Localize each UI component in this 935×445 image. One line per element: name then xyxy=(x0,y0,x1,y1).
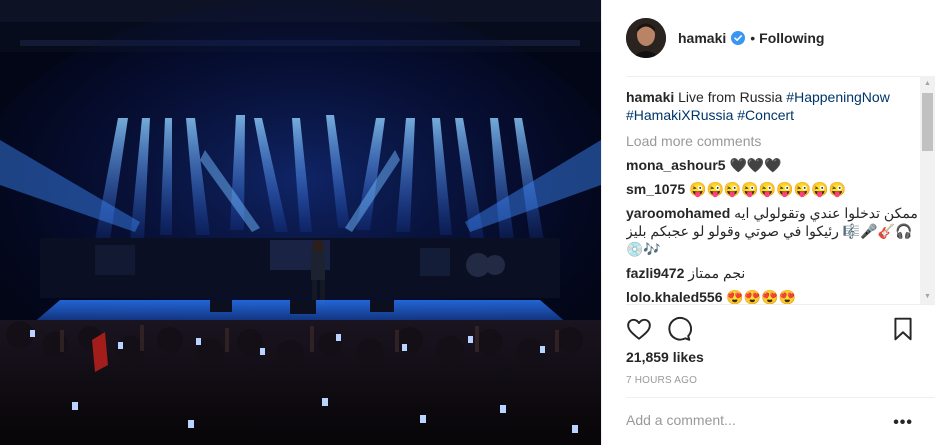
header-divider xyxy=(626,76,935,77)
comment-item: yaroomohamed ممكن تدخلوا عندي وتقولولي ا… xyxy=(626,204,918,258)
more-options-button[interactable]: ••• xyxy=(893,414,913,432)
header-separator: • xyxy=(750,30,756,46)
hashtag-link[interactable]: #HamakiXRussia xyxy=(626,107,733,123)
hashtag-link[interactable]: #HappeningNow xyxy=(786,89,890,105)
post-caption: hamaki Live from Russia #HappeningNow #H… xyxy=(626,88,918,124)
comment-item: mona_ashour5 🖤🖤🖤 xyxy=(626,156,918,174)
comments-scrollbar[interactable]: ▲ ▼ xyxy=(920,76,935,304)
likes-count[interactable]: 21,859 likes xyxy=(626,349,704,365)
add-comment-input[interactable]: Add a comment... xyxy=(626,412,736,428)
action-bar xyxy=(626,314,918,346)
bookmark-icon[interactable] xyxy=(890,316,916,342)
comment-username[interactable]: yaroomohamed xyxy=(626,205,730,221)
header-username[interactable]: hamaki xyxy=(678,30,726,46)
comment-username[interactable]: fazli9472 xyxy=(626,265,684,281)
comment-text: 😍😍😍😍 xyxy=(726,289,797,304)
comment-username[interactable]: lolo.khaled556 xyxy=(626,289,722,304)
comment-item: fazli9472 نجم ممتاز xyxy=(626,264,918,282)
post-header: hamaki • Following xyxy=(602,0,935,76)
comments-list[interactable]: hamaki Live from Russia #HappeningNow #H… xyxy=(626,88,918,304)
caption-text: Live from Russia xyxy=(678,89,783,105)
verified-badge-icon xyxy=(731,31,746,45)
post-photo[interactable] xyxy=(0,0,601,445)
scroll-down-arrow-icon[interactable]: ▼ xyxy=(920,289,935,304)
caption-username[interactable]: hamaki xyxy=(626,89,674,105)
comment-text: نجم ممتاز xyxy=(688,265,746,281)
concert-photo-image xyxy=(0,0,601,445)
post-side-panel: hamaki • Following hamaki Live from Russ… xyxy=(601,0,935,445)
comment-item: lolo.khaled556 😍😍😍😍 xyxy=(626,288,918,304)
comment-bubble-icon[interactable] xyxy=(666,316,692,342)
comment-username[interactable]: mona_ashour5 xyxy=(626,157,726,173)
comment-input-divider xyxy=(626,397,935,398)
scrollbar-thumb[interactable] xyxy=(922,93,933,151)
comment-item: sm_1075 😜😜😜😜😜😜😜😜😜 xyxy=(626,180,918,198)
comment-text: 😜😜😜😜😜😜😜😜😜 xyxy=(689,181,846,197)
actions-divider xyxy=(626,304,935,305)
post-timestamp[interactable]: 7 hours ago xyxy=(626,375,697,386)
avatar[interactable] xyxy=(626,18,666,58)
hashtag-link[interactable]: #Concert xyxy=(737,107,794,123)
comment-username[interactable]: sm_1075 xyxy=(626,181,685,197)
load-more-comments-link[interactable]: Load more comments xyxy=(626,132,918,150)
following-button[interactable]: Following xyxy=(759,30,824,46)
scroll-up-arrow-icon[interactable]: ▲ xyxy=(920,76,935,91)
comment-text: 🖤🖤🖤 xyxy=(729,157,782,173)
heart-icon[interactable] xyxy=(626,316,652,342)
